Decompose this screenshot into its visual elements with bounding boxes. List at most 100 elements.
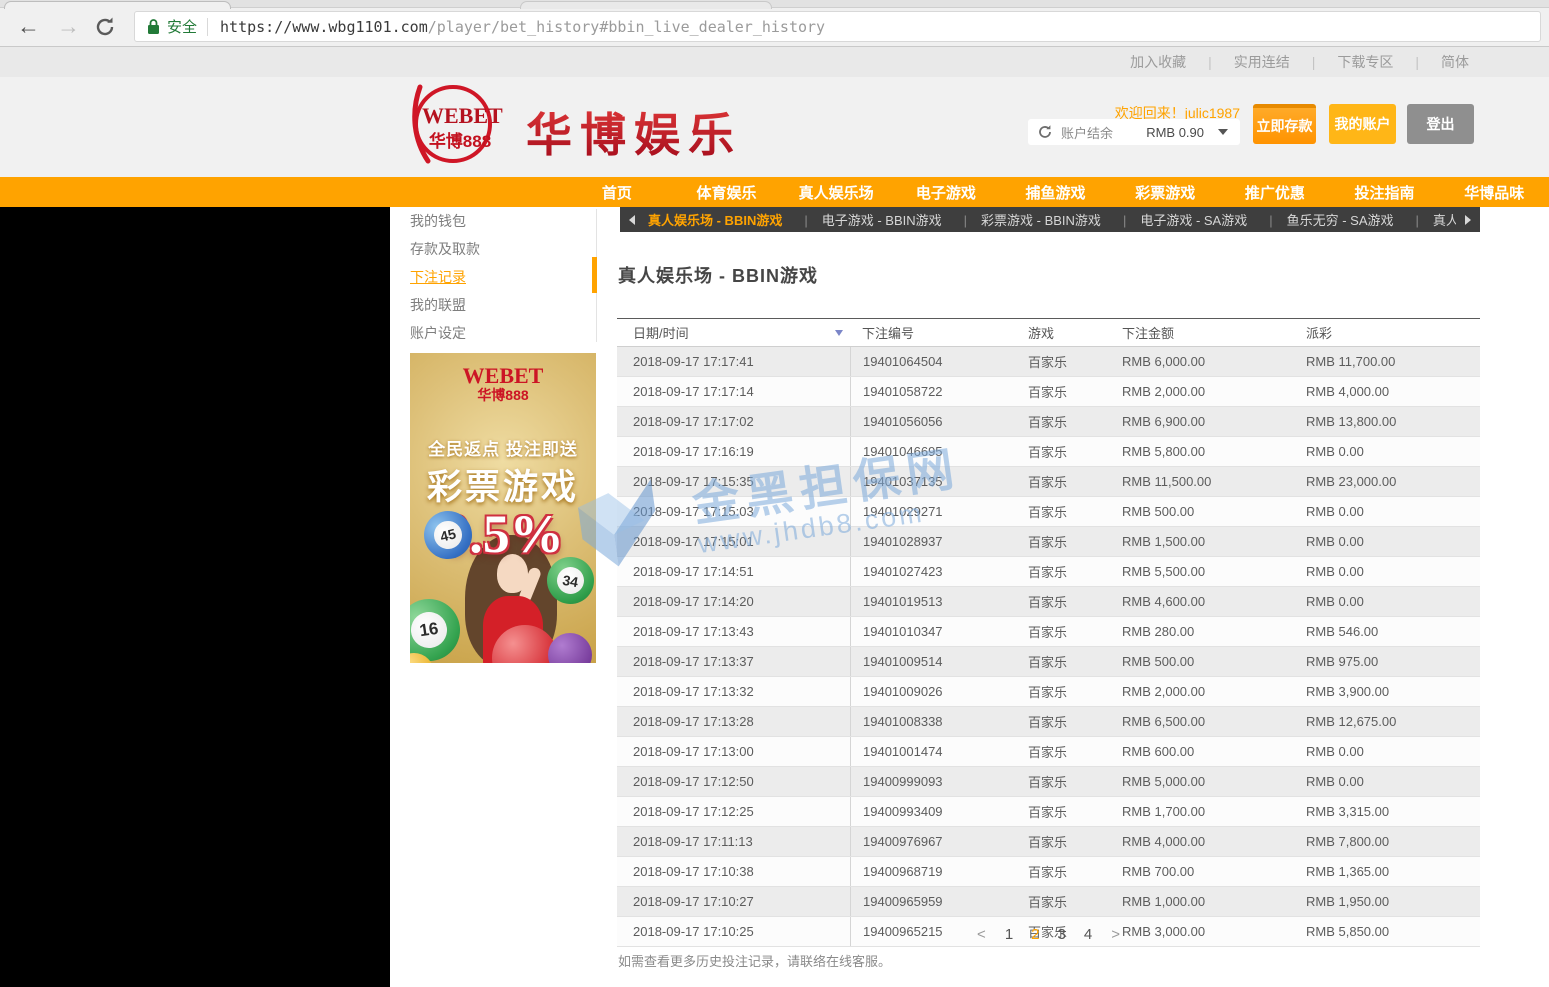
page-title: 真人娱乐场 - BBIN游戏 [618, 262, 818, 288]
cell-bet-no: 19401046695 [850, 437, 1018, 466]
chevron-down-icon[interactable] [1218, 129, 1228, 135]
cell-date: 2018-09-17 17:11:13 [617, 827, 850, 856]
table-row[interactable]: 2018-09-17 17:14:51 19401027423 百家乐 RMB … [617, 557, 1480, 587]
table-row[interactable]: 2018-09-17 17:11:13 19400976967 百家乐 RMB … [617, 827, 1480, 857]
col-header-game[interactable]: 游戏 [1018, 323, 1114, 342]
table-row[interactable]: 2018-09-17 17:16:19 19401046695 百家乐 RMB … [617, 437, 1480, 467]
nav-item[interactable]: 首页 [562, 177, 672, 207]
table-row[interactable]: 2018-09-17 17:14:20 19401019513 百家乐 RMB … [617, 587, 1480, 617]
sidebar-item[interactable]: 下注记录 [390, 263, 596, 291]
table-row[interactable]: 2018-09-17 17:12:50 19400999093 百家乐 RMB … [617, 767, 1480, 797]
page-number[interactable]: 1 [1005, 926, 1013, 943]
nav-item[interactable]: 电子游戏 [891, 177, 1001, 207]
utility-links: 加入收藏实用连结下载专区简体 [1130, 47, 1469, 77]
history-tab[interactable]: 电子游戏 - BBIN游戏 [786, 210, 945, 229]
sidebar-item[interactable]: 我的联盟 [390, 291, 596, 319]
cell-game: 百家乐 [1018, 827, 1114, 856]
col-header-bet-no[interactable]: 下注编号 [850, 323, 1018, 342]
table-row[interactable]: 2018-09-17 17:17:14 19401058722 百家乐 RMB … [617, 377, 1480, 407]
nav-item[interactable]: 推广优惠 [1220, 177, 1330, 207]
tabs-scroll-left-icon[interactable] [620, 207, 644, 232]
cell-date: 2018-09-17 17:12:25 [617, 797, 850, 826]
table-row[interactable]: 2018-09-17 17:15:35 19401037135 百家乐 RMB … [617, 467, 1480, 497]
cell-bet-no: 19401058722 [850, 377, 1018, 406]
sidebar-item[interactable]: 我的钱包 [390, 207, 596, 235]
table-row[interactable]: 2018-09-17 17:13:32 19401009026 百家乐 RMB … [617, 677, 1480, 707]
nav-item[interactable]: 彩票游戏 [1110, 177, 1220, 207]
cell-payout: RMB 0.00 [1296, 557, 1480, 586]
page-number[interactable]: 3 [1058, 926, 1066, 943]
refresh-icon[interactable] [1037, 124, 1053, 140]
browser-reload-icon[interactable] [94, 16, 116, 38]
utility-link[interactable]: 实用连结 [1186, 52, 1290, 72]
history-tab[interactable]: 电子游戏 - SA游戏 [1105, 210, 1251, 229]
utility-link[interactable]: 简体 [1393, 52, 1469, 72]
cell-payout: RMB 546.00 [1296, 617, 1480, 646]
logo-text-cn: 华博娱乐 [526, 99, 742, 165]
sidebar-item[interactable]: 存款及取款 [390, 235, 596, 263]
address-bar[interactable]: 安全 https://www.wbg1101.com/player/bet_hi… [134, 11, 1541, 42]
cell-payout: RMB 0.00 [1296, 437, 1480, 466]
next-page-button[interactable]: > [1111, 926, 1120, 943]
cell-game: 百家乐 [1018, 647, 1114, 676]
cell-amount: RMB 500.00 [1114, 647, 1296, 676]
table-row[interactable]: 2018-09-17 17:10:27 19400965959 百家乐 RMB … [617, 887, 1480, 917]
sidebar-item[interactable]: 账户设定 [390, 319, 596, 347]
nav-item[interactable]: 体育娱乐 [672, 177, 782, 207]
cell-payout: RMB 1,950.00 [1296, 887, 1480, 916]
nav-item[interactable]: 捕鱼游戏 [1001, 177, 1111, 207]
my-account-button[interactable]: 我的账户 [1329, 104, 1396, 144]
history-tab[interactable]: 真人娱乐场 - BBIN游戏 [644, 210, 786, 229]
cell-game: 百家乐 [1018, 857, 1114, 886]
table-row[interactable]: 2018-09-17 17:13:37 19401009514 百家乐 RMB … [617, 647, 1480, 677]
cell-payout: RMB 13,800.00 [1296, 407, 1480, 436]
table-row[interactable]: 2018-09-17 17:17:41 19401064504 百家乐 RMB … [617, 347, 1480, 377]
cell-game: 百家乐 [1018, 587, 1114, 616]
site-logo[interactable]: WEBET 华博888 华博娱乐 [408, 81, 748, 173]
sort-desc-icon[interactable] [835, 330, 843, 336]
promo-tagline: 全民返点 投注即送 [410, 435, 596, 460]
balance-box[interactable]: 账户结余 RMB 0.90 [1028, 119, 1240, 145]
table-row[interactable]: 2018-09-17 17:15:03 19401029271 百家乐 RMB … [617, 497, 1480, 527]
cell-bet-no: 19401008338 [850, 707, 1018, 736]
nav-item[interactable]: 投注指南 [1330, 177, 1440, 207]
browser-forward-icon[interactable]: → [57, 15, 80, 38]
cell-amount: RMB 700.00 [1114, 857, 1296, 886]
table-row[interactable]: 2018-09-17 17:13:00 19401001474 百家乐 RMB … [617, 737, 1480, 767]
utility-link[interactable]: 下载专区 [1290, 52, 1394, 72]
promo-banner[interactable]: WEBET 华博888 全民返点 投注即送 彩票游戏 0.5% 45 34 16 [410, 353, 596, 663]
bet-history-table: 日期/时间 下注编号 游戏 下注金额 派彩 2018-09-17 17:17:4… [617, 318, 1480, 947]
browser-back-icon[interactable]: ← [17, 15, 40, 38]
table-row[interactable]: 2018-09-17 17:17:02 19401056056 百家乐 RMB … [617, 407, 1480, 437]
url-text: https://www.wbg1101.com/player/bet_histo… [220, 18, 825, 36]
history-tab[interactable]: 真人娱乐场 [1398, 210, 1456, 229]
cell-amount: RMB 1,000.00 [1114, 887, 1296, 916]
nav-item[interactable]: 真人娱乐场 [781, 177, 891, 207]
cell-amount: RMB 1,700.00 [1114, 797, 1296, 826]
utility-link[interactable]: 加入收藏 [1130, 52, 1186, 72]
cell-payout: RMB 0.00 [1296, 587, 1480, 616]
deposit-button[interactable]: 立即存款 [1253, 104, 1316, 144]
col-header-amount[interactable]: 下注金额 [1114, 323, 1296, 342]
table-row[interactable]: 2018-09-17 17:13:28 19401008338 百家乐 RMB … [617, 707, 1480, 737]
cell-date: 2018-09-17 17:15:03 [617, 497, 850, 526]
nav-item[interactable]: 华博品味 [1439, 177, 1549, 207]
table-row[interactable]: 2018-09-17 17:15:01 19401028937 百家乐 RMB … [617, 527, 1480, 557]
tabs-scroll-right-icon[interactable] [1456, 207, 1480, 232]
col-header-payout[interactable]: 派彩 [1296, 323, 1480, 342]
left-black-panel [0, 207, 390, 987]
table-row[interactable]: 2018-09-17 17:10:38 19400968719 百家乐 RMB … [617, 857, 1480, 887]
history-tab[interactable]: 彩票游戏 - BBIN游戏 [946, 210, 1105, 229]
col-header-date[interactable]: 日期/时间 [617, 323, 850, 342]
cell-bet-no: 19401009026 [850, 677, 1018, 706]
page-number[interactable]: 2 [1031, 926, 1039, 943]
table-row[interactable]: 2018-09-17 17:13:43 19401010347 百家乐 RMB … [617, 617, 1480, 647]
page-number[interactable]: 4 [1084, 926, 1092, 943]
table-row[interactable]: 2018-09-17 17:12:25 19400993409 百家乐 RMB … [617, 797, 1480, 827]
cell-game: 百家乐 [1018, 467, 1114, 496]
prev-page-button[interactable]: < [977, 926, 986, 943]
cell-game: 百家乐 [1018, 407, 1114, 436]
cell-payout: RMB 3,315.00 [1296, 797, 1480, 826]
logout-button[interactable]: 登出 [1407, 104, 1474, 144]
history-tab[interactable]: 鱼乐无穷 - SA游戏 [1251, 210, 1397, 229]
